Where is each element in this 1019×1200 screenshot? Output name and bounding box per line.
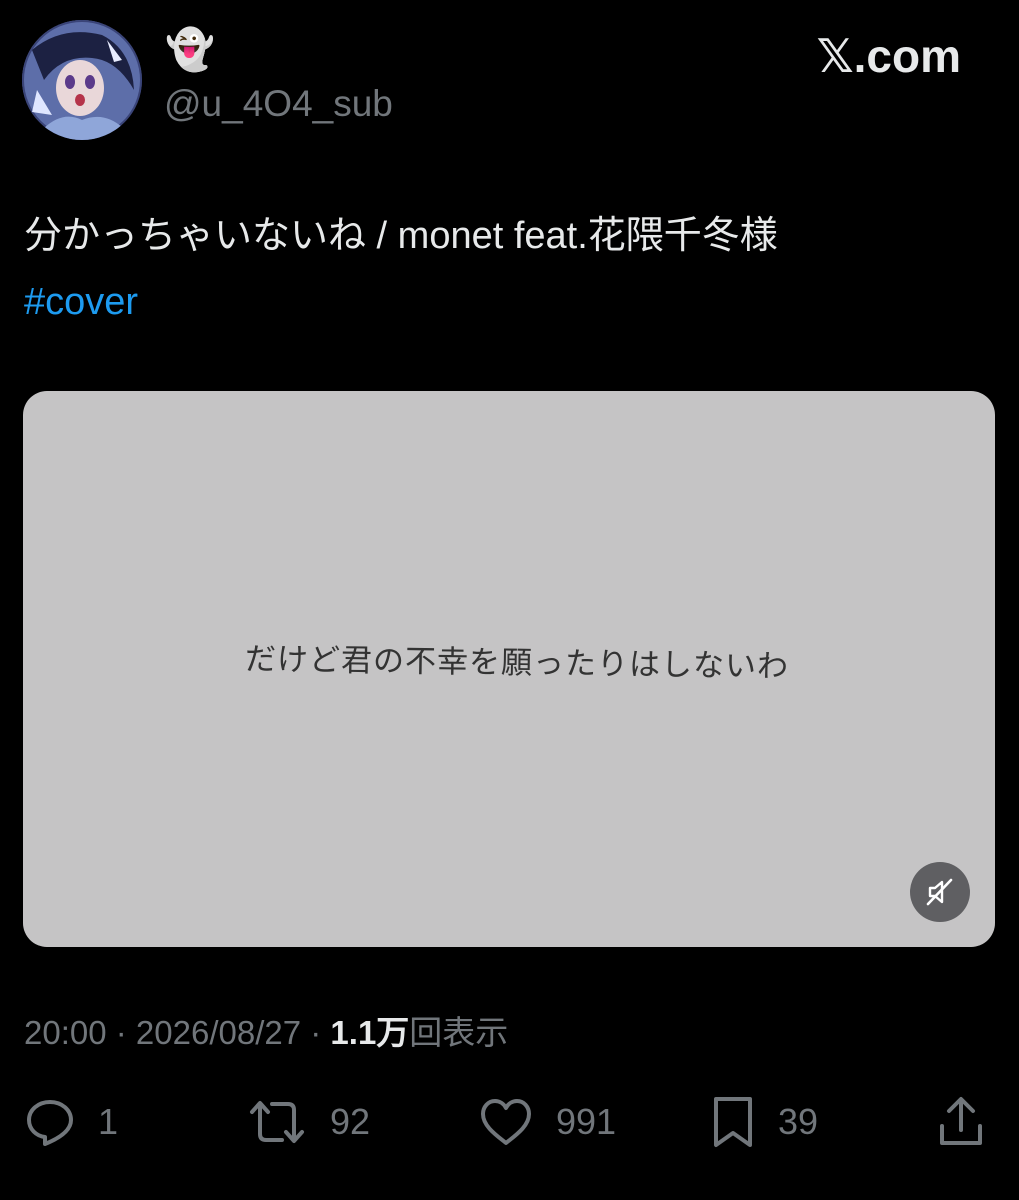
bookmark-button[interactable]: 39 [710,1090,818,1154]
post-meta: 20:00 · 2026/08/27 · 1.1万回表示 [24,1012,508,1054]
author-handle[interactable]: @u_4O4_sub [164,82,393,126]
share-icon [940,1097,982,1145]
action-bar: 1 92 991 39 [0,1090,1019,1154]
repost-count: 92 [330,1101,371,1142]
repost-button[interactable]: 92 [246,1090,370,1154]
display-name[interactable]: 👻 [165,26,215,74]
meta-separator: · [301,1014,331,1051]
like-count: 991 [556,1101,617,1142]
heart-icon [481,1099,531,1145]
brand-logo: 𝕏.com [816,30,961,82]
video-caption: だけど君の不幸を願ったりはしないわ [244,641,790,685]
speaker-muted-icon [926,878,953,906]
repost-icon [250,1101,304,1143]
reply-icon [27,1100,73,1146]
post-text: 分かっちゃいないね / monet feat.花隈千冬様 [24,215,778,257]
meta-separator: · [106,1014,136,1051]
like-button[interactable]: 991 [478,1090,616,1154]
hashtag-link[interactable]: #cover [24,278,138,326]
post-date[interactable]: 2026/08/27 [136,1014,301,1051]
bookmark-count: 39 [778,1101,819,1142]
video-player[interactable]: だけど君の不幸を願ったりはしないわ [23,391,995,947]
mute-button[interactable] [910,862,970,922]
reply-button[interactable]: 1 [24,1090,118,1154]
view-count: 1.1万 [330,1014,410,1051]
bookmark-icon [714,1097,752,1147]
avatar[interactable] [22,20,142,140]
avatar-image [22,20,142,140]
reply-count: 1 [98,1101,119,1142]
view-count-label: 回表示 [409,1014,509,1051]
share-button[interactable] [936,1090,986,1154]
post-time[interactable]: 20:00 [24,1014,107,1051]
